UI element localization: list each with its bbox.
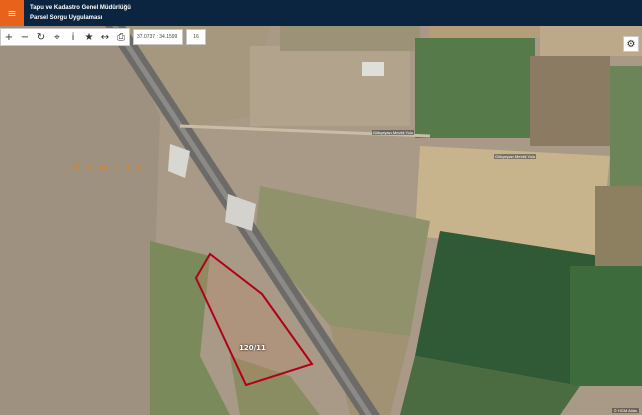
ruler-icon: ↔ <box>100 31 110 43</box>
measure-button[interactable]: ↔ <box>97 29 113 45</box>
settings-button[interactable]: ⚙ <box>623 36 639 52</box>
plus-icon: + <box>4 31 14 43</box>
app-title-line2: Parsel Sorgu Uygulaması <box>30 15 103 21</box>
map-attribution: © HGM Atlas <box>611 408 639 413</box>
menu-button[interactable]: ≡ <box>0 0 24 26</box>
print-button[interactable]: ⎙ <box>113 29 129 45</box>
hamburger-icon: ≡ <box>7 6 17 20</box>
locate-button[interactable]: ⌖ <box>49 29 65 45</box>
app-titles: Tapu ve Kadastro Genel Müdürlüğü Parsel … <box>24 3 131 23</box>
crosshair-icon: ⌖ <box>54 31 60 43</box>
map-view[interactable]: K u m l u y . 120/11 Gökçeyazı Mevkii Yo… <box>0 26 642 415</box>
printer-icon: ⎙ <box>117 31 125 43</box>
coordinate-display: 37.0737 : 34.1599 <box>133 29 183 45</box>
info-button[interactable]: i <box>65 29 81 45</box>
zoom-level-display: 16 <box>186 29 206 45</box>
satellite-map[interactable] <box>0 26 642 415</box>
tool-group: + − ↻ ⌖ i ★ ↔ ⎙ <box>0 28 130 46</box>
village-label: K u m l u y . <box>74 163 154 172</box>
info-icon: i <box>71 31 75 43</box>
map-toolbar: + − ↻ ⌖ i ★ ↔ ⎙ 37.0737 : 34.1599 16 <box>0 28 206 46</box>
refresh-icon: ↻ <box>36 31 46 43</box>
star-icon: ★ <box>84 31 94 43</box>
app-header: ≡ Tapu ve Kadastro Genel Müdürlüğü Parse… <box>0 0 642 26</box>
minus-icon: − <box>20 31 30 43</box>
road-label: Gökçeyazı Mevkii Yolu <box>494 154 537 159</box>
app-title-line1: Tapu ve Kadastro Genel Müdürlüğü <box>30 5 131 11</box>
refresh-button[interactable]: ↻ <box>33 29 49 45</box>
zoom-in-button[interactable]: + <box>1 29 17 45</box>
favorite-button[interactable]: ★ <box>81 29 97 45</box>
zoom-out-button[interactable]: − <box>17 29 33 45</box>
gear-icon: ⚙ <box>626 38 636 50</box>
road-label: Gökçeyazı Mevkii Yolu <box>372 130 415 135</box>
parcel-label: 120/11 <box>239 344 266 352</box>
